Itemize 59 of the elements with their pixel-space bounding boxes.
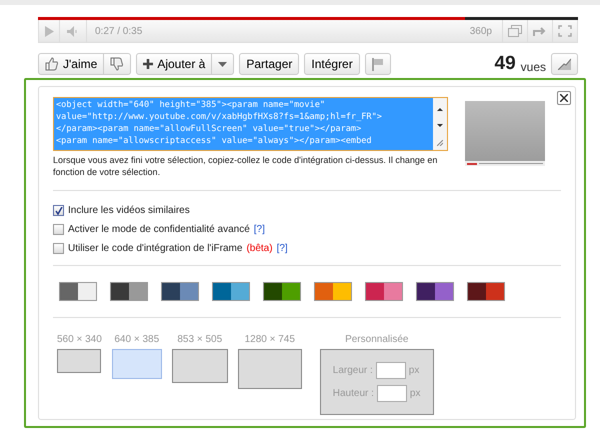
code-line: value="http://www.youtube.com/v/xabHgbfHXs8?fs=1&amp;hl=fr_FR">: [56, 111, 383, 123]
checkbox[interactable]: [53, 224, 64, 235]
color-theme-swatch[interactable]: [467, 282, 505, 301]
share-button[interactable]: Partager: [239, 53, 300, 76]
dislike-button[interactable]: [104, 53, 132, 76]
fullscreen-icon[interactable]: [558, 25, 572, 37]
dropdown-button[interactable]: [212, 53, 234, 76]
resize-grip-icon[interactable]: [437, 140, 443, 146]
stats-button[interactable]: [551, 53, 578, 76]
progress-track[interactable]: [38, 17, 578, 20]
scroll-up-icon[interactable]: [437, 108, 443, 111]
flag-button[interactable]: [364, 53, 391, 76]
embed-button[interactable]: Intégrer: [304, 53, 360, 76]
embed-code-field[interactable]: [53, 97, 448, 151]
time-display: 0:27 / 0:35: [95, 24, 142, 38]
width-field[interactable]: [376, 362, 406, 379]
chart-icon: [558, 58, 571, 70]
unit-label: px: [410, 387, 420, 401]
color-theme-swatch[interactable]: [314, 282, 352, 301]
code-line: <param name="allowscriptaccess" value="always"></param><embed: [56, 135, 373, 147]
check-icon: [54, 206, 62, 214]
code-line: </param><param name="allowFullScreen" value="true"></param>: [56, 123, 362, 135]
beta-label: (bêta): [246, 242, 273, 256]
custom-size-title: Personnalisée: [345, 333, 408, 347]
window-icon[interactable]: [508, 25, 522, 37]
thumbs-up-icon: [45, 57, 59, 72]
thumbs-down-icon: [110, 57, 124, 72]
checkbox[interactable]: [53, 205, 64, 216]
color-theme-swatch[interactable]: [212, 282, 250, 301]
color-theme-swatch[interactable]: [59, 282, 97, 301]
dimension-label: Largeur :: [332, 364, 373, 378]
like-button[interactable]: J'aime: [38, 53, 104, 76]
add-to-button[interactable]: Ajouter à: [136, 53, 212, 76]
help-link[interactable]: [?]: [276, 241, 288, 256]
dimension-label: Hauteur :: [332, 387, 374, 401]
close-button[interactable]: [557, 91, 571, 105]
code-line: <object width="640" height="385"><param name="movie": [56, 99, 326, 111]
scroll-down-icon[interactable]: [437, 124, 443, 127]
color-theme-swatch[interactable]: [416, 282, 454, 301]
color-theme-swatch[interactable]: [110, 282, 148, 301]
height-field[interactable]: [376, 385, 407, 402]
views-label: vues: [520, 58, 546, 76]
swap-icon[interactable]: [533, 25, 547, 37]
checkbox[interactable]: [53, 243, 64, 254]
color-theme-swatch[interactable]: [365, 282, 403, 301]
scrollbar[interactable]: [433, 98, 447, 150]
close-icon: [560, 94, 568, 102]
option-label: Utiliser le code d'intégration de l'iFrame: [68, 242, 242, 256]
embed-instructions: Lorsque vous avez fini votre sélection, copiez-collez le code d'intégration ci-dessus. Il change en fonction de votre sélection.: [53, 154, 438, 178]
color-theme-swatch[interactable]: [161, 282, 199, 301]
color-theme-swatch[interactable]: [263, 282, 301, 301]
option-label: Inclure les vidéos similaires: [68, 204, 190, 218]
view-count: 49: [494, 52, 516, 76]
help-link[interactable]: [?]: [254, 222, 265, 237]
option-label: Activer le mode de confidentialité avancé: [68, 223, 250, 237]
caret-icon: [218, 62, 228, 67]
plus-icon: [143, 59, 154, 70]
unit-label: px: [408, 364, 420, 378]
flag-icon: [372, 58, 384, 71]
